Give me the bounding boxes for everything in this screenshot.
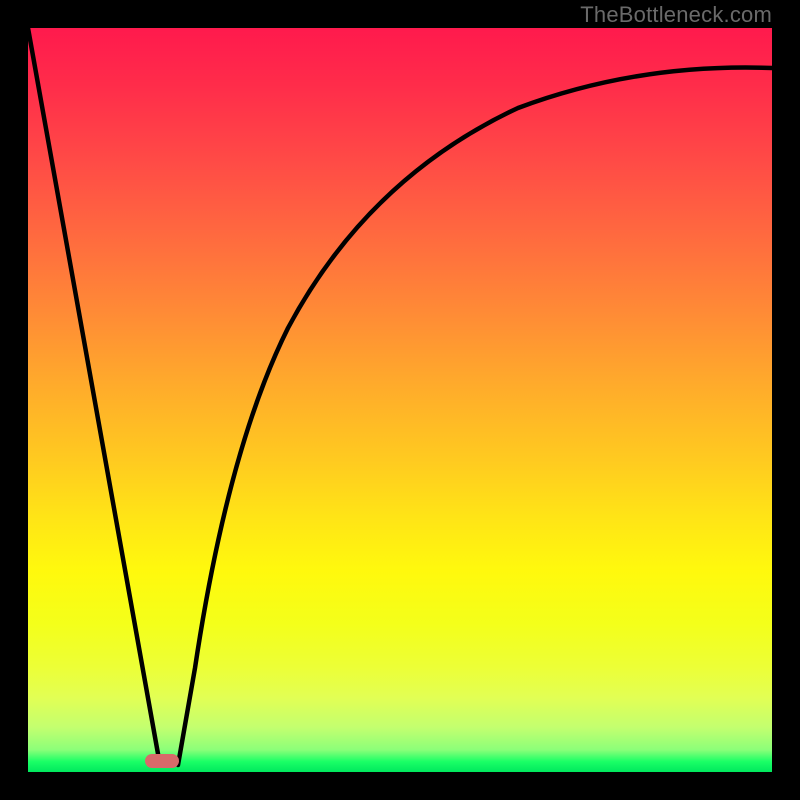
watermark-text: TheBottleneck.com (580, 2, 772, 28)
curve-layer (28, 28, 772, 772)
left-branch-path (28, 28, 160, 765)
right-branch-path (178, 68, 772, 766)
plot-area (28, 28, 772, 772)
trough-marker (145, 754, 179, 768)
chart-frame: TheBottleneck.com (0, 0, 800, 800)
